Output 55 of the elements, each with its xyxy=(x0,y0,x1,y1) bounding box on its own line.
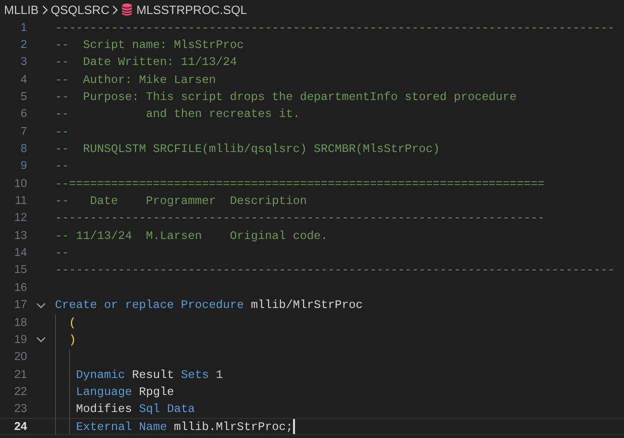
line-number: 6 xyxy=(20,108,27,120)
line-number: 16 xyxy=(13,282,27,294)
code-line: -- Purpose: This script drops the departmentInfo stored procedure xyxy=(55,90,517,104)
code-line: -- and then recreates it. xyxy=(55,107,300,122)
chevron-down-icon[interactable] xyxy=(36,336,46,344)
code-line: -- 11/13/24 M.Larsen Original code. xyxy=(55,228,328,243)
code-line: Dynamic Result Sets 1 xyxy=(76,368,223,382)
breadcrumb-file[interactable]: MLSSTRPROC.SQL xyxy=(136,2,248,16)
code-line: -- xyxy=(55,159,69,174)
line-number: 18 xyxy=(13,316,27,329)
line-number: 15 xyxy=(13,264,27,276)
chevron-right-icon xyxy=(112,4,118,14)
line-number: 9 xyxy=(20,160,27,172)
line-number: 7 xyxy=(20,126,27,138)
line-number: 13 xyxy=(13,230,27,242)
database-icon xyxy=(121,3,134,16)
code-line: -- RUNSQLSTM SRCFILE(mllib/qsqlsrc) SRCMBR(MlsStrProc) xyxy=(55,142,440,156)
code-line: -------------------------------------------------------------------------------- xyxy=(55,20,615,35)
line-number: 2 xyxy=(20,39,27,52)
code-line: -- xyxy=(55,124,69,139)
text-cursor xyxy=(292,419,295,434)
code-line: -- Date Written: 11/13/24 xyxy=(55,55,237,70)
line-number: 1 xyxy=(20,22,27,34)
line-number: 14 xyxy=(13,247,27,260)
code-line: ) xyxy=(69,332,76,347)
code-line: -------------------------------------------------------------------------------- xyxy=(55,263,615,278)
code-line: External Name mllib.MlrStrProc; xyxy=(76,420,293,434)
line-number: 22 xyxy=(13,386,27,398)
code-line: -- xyxy=(55,246,69,260)
chevron-down-icon[interactable] xyxy=(36,302,46,309)
line-number: 20 xyxy=(13,351,27,364)
line-number: 17 xyxy=(13,299,27,312)
code-line: ( xyxy=(69,316,76,330)
line-number: 5 xyxy=(20,91,27,104)
chevron-right-icon xyxy=(42,4,48,14)
breadcrumb-folder[interactable]: QSQLSRC xyxy=(50,2,110,16)
code-line: Modifies Sql Data xyxy=(76,402,195,416)
line-number: 21 xyxy=(13,368,27,381)
line-number: 8 xyxy=(20,143,27,156)
line-number: 11 xyxy=(14,195,27,208)
line-number: 24 xyxy=(13,420,27,433)
code-line: ---------------------------------------------------------------------- xyxy=(55,211,545,226)
code-line: -- Script name: MlsStrProc xyxy=(55,38,244,52)
line-number: 10 xyxy=(13,178,27,190)
code-line: Language Rpgle xyxy=(76,384,174,399)
breadcrumb-folder[interactable]: MLLIB xyxy=(4,2,39,16)
line-number: 19 xyxy=(13,334,27,346)
code-line: Create or replace Procedure mllib/MlrStrProc xyxy=(55,298,363,312)
code-line: -- Author: Mike Larsen xyxy=(55,72,216,87)
code-line: -- Date Programmer Description xyxy=(55,194,307,208)
line-number: 23 xyxy=(13,403,27,416)
line-number: 4 xyxy=(20,74,27,86)
code-line: --==================================================================== xyxy=(55,176,545,191)
line-number: 12 xyxy=(13,212,27,224)
line-number: 3 xyxy=(20,56,27,68)
